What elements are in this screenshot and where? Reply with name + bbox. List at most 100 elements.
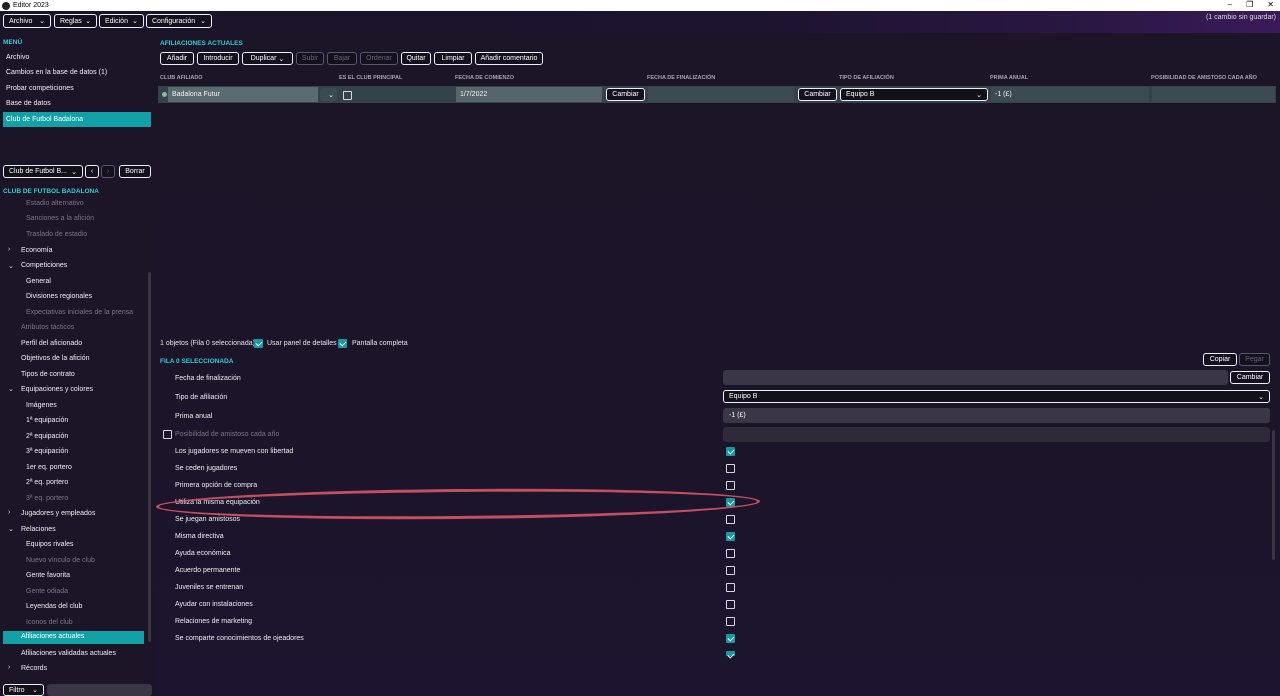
fee-cell[interactable]: -1 (£): [991, 87, 1149, 102]
start-date-cell[interactable]: 1/7/2022: [456, 87, 602, 102]
tree-item[interactable]: Perfil del aficionado: [21, 340, 82, 347]
tree-item[interactable]: Estadio alternativo: [26, 200, 84, 207]
remove-button[interactable]: Quitar: [401, 52, 431, 65]
nav-club[interactable]: Club de Futbol Badalona: [3, 112, 151, 127]
insert-button[interactable]: Introducir: [197, 52, 239, 65]
check-box[interactable]: [726, 617, 735, 626]
type-dropdown[interactable]: Equipo B ⌄: [840, 88, 988, 101]
tree-item[interactable]: Equipos rivales: [26, 541, 73, 548]
copy-button[interactable]: Copiar: [1203, 353, 1237, 366]
column-header[interactable]: ES EL CLUB PRINCIPAL: [339, 75, 402, 81]
club-cell[interactable]: Badalona Futur: [168, 87, 318, 102]
chevron-down-icon[interactable]: ⌄: [8, 525, 14, 533]
tree-item[interactable]: 3ª equipación: [26, 448, 68, 455]
column-header[interactable]: TIPO DE AFILIACIÓN: [839, 75, 894, 81]
tree-item[interactable]: 3ª eq. portero: [26, 495, 68, 502]
end-date-cell[interactable]: [648, 87, 794, 102]
tree-item[interactable]: Nuevo vínculo de club: [26, 557, 95, 564]
change-end-button[interactable]: Cambiar: [798, 88, 837, 101]
club-dropdown-button[interactable]: ⌄: [320, 88, 337, 101]
close-icon[interactable]: ✕: [1267, 0, 1274, 9]
minimize-icon[interactable]: –: [1228, 0, 1232, 9]
left-scrollbar[interactable]: [148, 272, 151, 642]
tree-item[interactable]: Economía: [21, 247, 53, 254]
check-box[interactable]: [726, 600, 735, 609]
up-button[interactable]: Subir: [296, 52, 324, 65]
next-button[interactable]: ›: [101, 165, 115, 178]
column-header[interactable]: CLUB AFILIADO: [160, 75, 203, 81]
tree-item[interactable]: Récords: [21, 665, 47, 672]
check-box[interactable]: [726, 515, 735, 524]
add-comment-button[interactable]: Añadir comentario: [475, 52, 543, 65]
nav-probar-competiciones[interactable]: Probar competiciones: [6, 85, 74, 92]
fee-field[interactable]: -1 (£): [723, 408, 1270, 423]
check-box[interactable]: [726, 447, 735, 456]
tree-item[interactable]: Equipaciones y colores: [21, 386, 93, 393]
maximize-icon[interactable]: ❐: [1246, 0, 1253, 9]
tree-item[interactable]: Competiciones: [21, 262, 67, 269]
fullscreen-checkbox[interactable]: [338, 339, 347, 348]
main-club-checkbox[interactable]: [343, 91, 352, 100]
friendly-toggle-checkbox[interactable]: [163, 430, 172, 439]
tree-item[interactable]: Leyendas del club: [26, 603, 82, 610]
prev-button[interactable]: ‹: [85, 165, 99, 178]
column-header[interactable]: POSIBILIDAD DE AMISTOSO CADA AÑO: [1151, 75, 1257, 81]
check-box[interactable]: [726, 481, 735, 490]
details-scrollbar[interactable]: [1272, 430, 1275, 560]
tree-item[interactable]: Divisiones regionales: [26, 293, 92, 300]
tree-item[interactable]: Tipos de contrato: [21, 371, 75, 378]
chevron-right-icon[interactable]: ›: [8, 664, 10, 671]
tree-item[interactable]: 2ª equipación: [26, 433, 68, 440]
check-box[interactable]: [726, 549, 735, 558]
tree-item[interactable]: Jugadores y empleados: [21, 510, 95, 517]
tree-item[interactable]: 2ª eq. portero: [26, 479, 68, 486]
menu-archivo-button[interactable]: Archivo ⌄: [3, 14, 51, 28]
nav-archivo[interactable]: Archivo: [6, 54, 29, 61]
club-selector[interactable]: Club de Futbol B... ⌄: [3, 165, 83, 178]
check-box[interactable]: [726, 532, 735, 541]
chevron-right-icon[interactable]: ›: [8, 246, 10, 253]
tree-item[interactable]: Expectativas iniciales de la prensa: [26, 309, 133, 316]
column-header[interactable]: PRIMA ANUAL: [990, 75, 1028, 81]
delete-button[interactable]: Borrar: [119, 165, 151, 178]
tree-item[interactable]: Relaciones: [21, 526, 56, 533]
tree-item-afiliaciones-actuales[interactable]: Afiliaciones actuales: [3, 631, 144, 644]
friendly-cell[interactable]: [1152, 87, 1275, 102]
check-box[interactable]: [726, 566, 735, 575]
tree-item[interactable]: Imágenes: [26, 402, 57, 409]
filter-input[interactable]: [47, 684, 152, 696]
menu-reglas-button[interactable]: Reglas ⌄: [54, 14, 97, 28]
tree-item[interactable]: 1ª equipación: [26, 417, 68, 424]
end-date-field[interactable]: [723, 370, 1228, 385]
tree-item[interactable]: Sanciones a la afición: [26, 215, 94, 222]
friendly-field[interactable]: [723, 427, 1270, 442]
paste-button[interactable]: Pegar: [1239, 353, 1270, 366]
down-button[interactable]: Bajar: [327, 52, 357, 65]
tree-item[interactable]: Objetivos de la afición: [21, 355, 89, 362]
details-type-dropdown[interactable]: Equipo B ⌄: [723, 390, 1270, 403]
use-details-checkbox[interactable]: [254, 339, 263, 348]
tree-item[interactable]: Traslado de estadio: [26, 231, 87, 238]
tree-item[interactable]: Gente odiada: [26, 588, 68, 595]
check-box[interactable]: [726, 583, 735, 592]
nav-base-de-datos[interactable]: Base de datos: [6, 100, 51, 107]
tree-item[interactable]: 1er eq. portero: [26, 464, 72, 471]
sort-button[interactable]: Ordenar: [360, 52, 398, 65]
duplicate-button[interactable]: Duplicar ⌄: [242, 52, 293, 65]
chevron-right-icon[interactable]: ›: [8, 509, 10, 516]
column-header[interactable]: FECHA DE FINALIZACIÓN: [647, 75, 715, 81]
menu-configuracion-button[interactable]: Configuración ⌄: [146, 14, 212, 28]
tree-item[interactable]: General: [26, 278, 51, 285]
tree-item[interactable]: Iconos del club: [26, 619, 73, 626]
change-end-date-button[interactable]: Cambiar: [1230, 371, 1270, 384]
tree-item[interactable]: Gente favorita: [26, 572, 70, 579]
check-box[interactable]: [726, 634, 735, 643]
add-button[interactable]: Añadir: [160, 52, 194, 65]
clear-button[interactable]: Limpiar: [434, 52, 472, 65]
filter-dropdown[interactable]: Filtro ⌄: [3, 684, 44, 696]
change-start-button[interactable]: Cambiar: [606, 88, 645, 101]
column-header[interactable]: FECHA DE COMIENZO: [455, 75, 514, 81]
menu-edicion-button[interactable]: Edición ⌄: [99, 14, 144, 28]
chevron-down-icon[interactable]: ⌄: [8, 262, 14, 270]
tree-item[interactable]: Atributos tácticos: [21, 324, 74, 331]
